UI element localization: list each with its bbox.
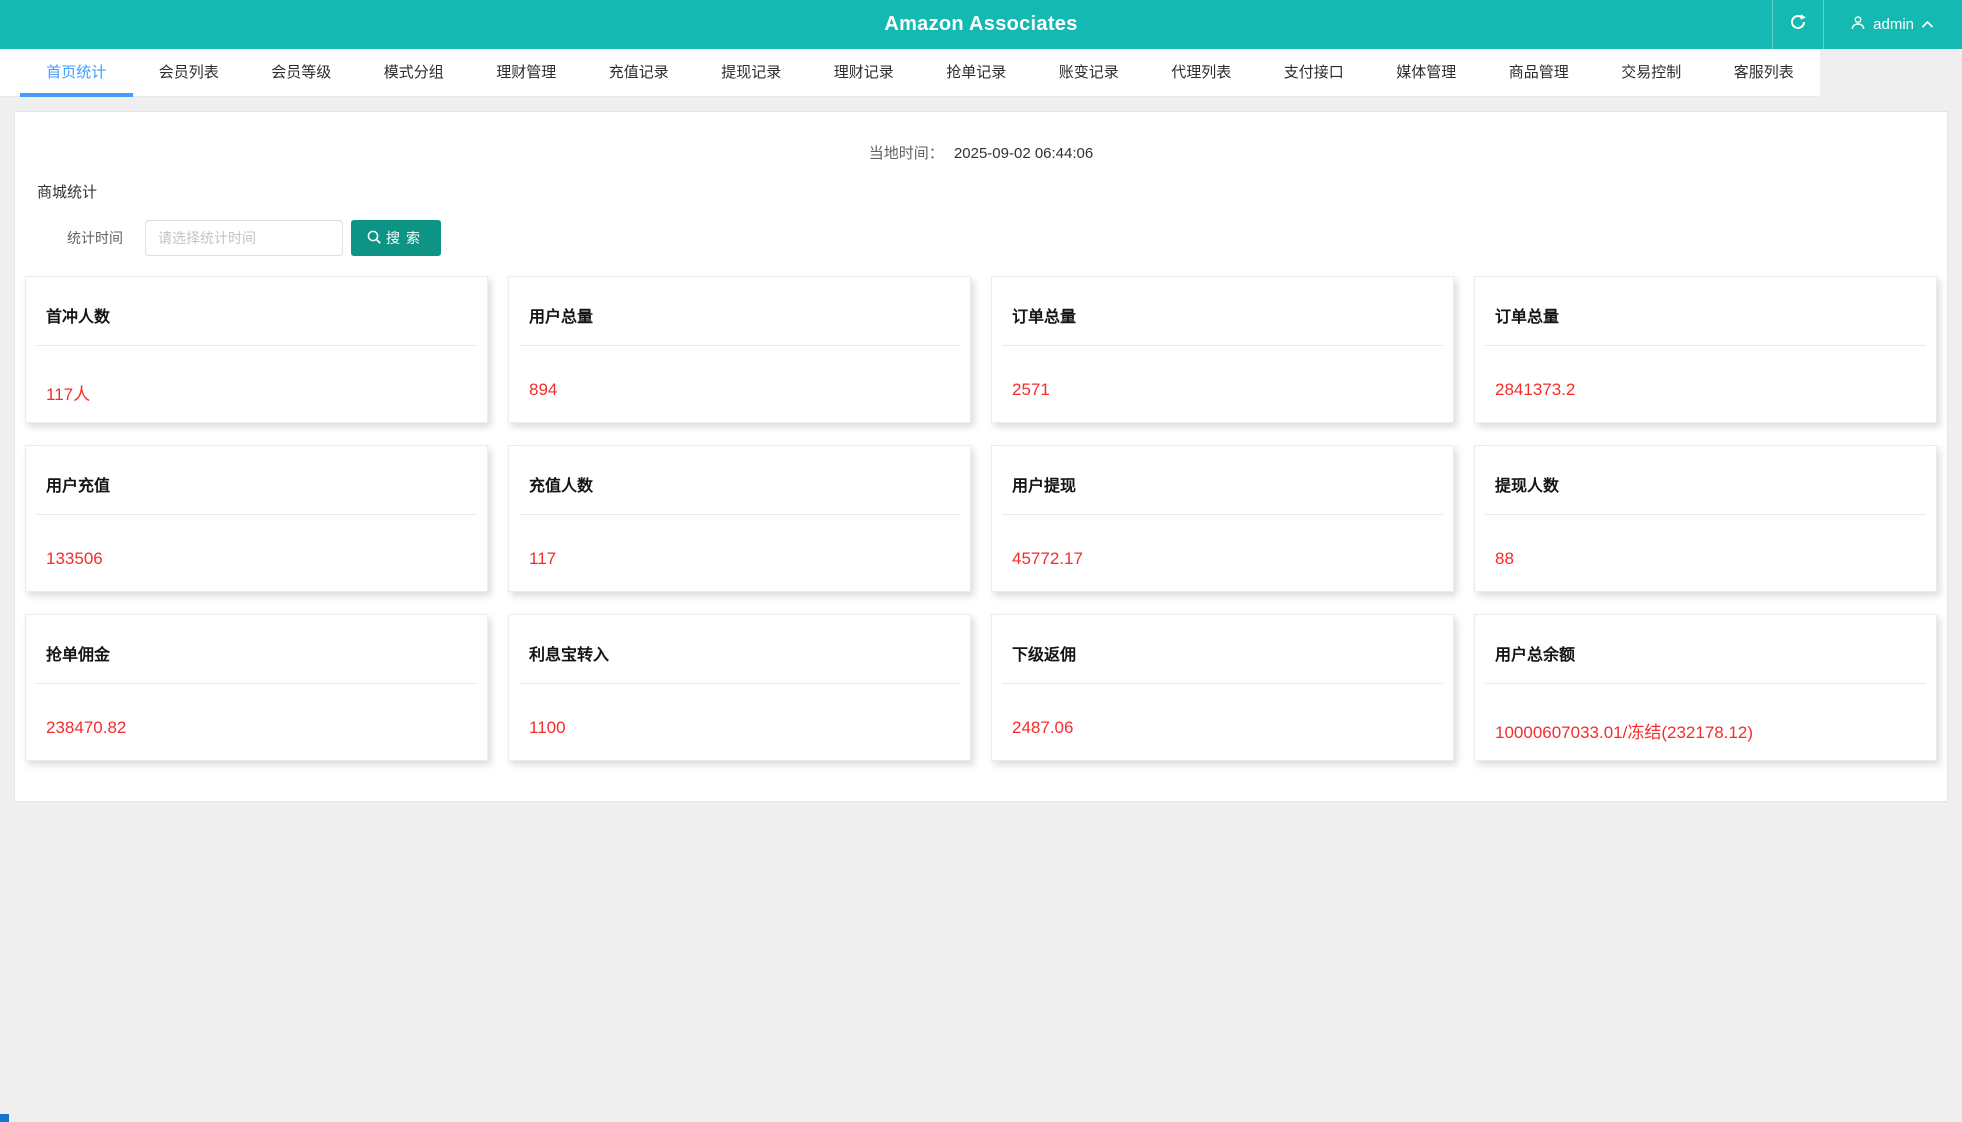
stat-card-total-balance: 用户总余额 10000607033.01/冻结(232178.12) — [1474, 614, 1937, 761]
stat-card-interest-transfer-in: 利息宝转入 1100 — [508, 614, 971, 761]
stat-card-value: 2841373.2 — [1495, 380, 1576, 399]
stat-card-value: 2571 — [1012, 380, 1050, 399]
local-time-value: 2025-09-02 06:44:06 — [953, 145, 1094, 162]
stat-card-value: 2487.06 — [1012, 718, 1074, 737]
tab-service-list[interactable]: 客服列表 — [1708, 49, 1821, 96]
stat-card-value: 894 — [529, 380, 558, 399]
tab-finance-records[interactable]: 理财记录 — [808, 49, 921, 96]
tab-payment-interface[interactable]: 支付接口 — [1258, 49, 1371, 96]
stat-card-total-orders: 订单总量 2571 — [991, 276, 1454, 423]
tab-media-manage[interactable]: 媒体管理 — [1370, 49, 1483, 96]
stat-card-title: 首冲人数 — [46, 309, 111, 326]
tab-order-grab-records[interactable]: 抢单记录 — [920, 49, 1033, 96]
stat-card-title: 订单总量 — [1495, 309, 1560, 326]
section-title: 商城统计 — [37, 184, 98, 201]
stat-card-value: 10000607033.01/冻结(232178.12) — [1495, 723, 1754, 742]
stat-card-title: 利息宝转入 — [529, 647, 610, 664]
tab-withdraw-records[interactable]: 提现记录 — [695, 49, 808, 96]
local-time: 当地时间： 2025-09-02 06:44:06 — [25, 142, 1937, 163]
tab-member-list[interactable]: 会员列表 — [133, 49, 246, 96]
chevron-up-icon — [1921, 16, 1934, 33]
refresh-icon — [1789, 13, 1807, 36]
local-time-label: 当地时间： — [868, 145, 944, 162]
person-icon — [1850, 15, 1866, 35]
stat-card-value: 45772.17 — [1012, 549, 1083, 568]
stat-card-title: 提现人数 — [1495, 478, 1560, 495]
stats-panel: 当地时间： 2025-09-02 06:44:06 商城统计 统计时间 搜索 首… — [14, 111, 1948, 802]
user-name: admin — [1873, 16, 1914, 33]
app-title: Amazon Associates — [884, 13, 1078, 35]
user-menu[interactable]: admin — [1824, 0, 1962, 49]
tab-recharge-records[interactable]: 充值记录 — [583, 49, 696, 96]
tab-trade-control[interactable]: 交易控制 — [1595, 49, 1708, 96]
stat-card-title: 用户总量 — [529, 309, 594, 326]
app-header: Amazon Associates admin — [0, 0, 1962, 49]
stat-card-recharge-users: 充值人数 117 — [508, 445, 971, 592]
stats-grid: 首冲人数 117人 用户总量 894 订单总量 2571 订单总量 284137… — [25, 276, 1937, 761]
stat-card-title: 充值人数 — [529, 478, 594, 495]
filter-row: 统计时间 搜索 — [37, 220, 1937, 256]
stat-card-value: 133506 — [46, 549, 103, 568]
tab-mode-group[interactable]: 模式分组 — [358, 49, 471, 96]
stat-card-title: 用户总余额 — [1495, 647, 1576, 664]
stat-card-title: 用户提现 — [1012, 478, 1077, 495]
header-controls: admin — [1772, 0, 1962, 49]
tab-product-manage[interactable]: 商品管理 — [1483, 49, 1596, 96]
tab-home-stats[interactable]: 首页统计 — [20, 49, 133, 97]
stat-card-grab-commission: 抢单佣金 238470.82 — [25, 614, 488, 761]
search-button[interactable]: 搜索 — [351, 220, 441, 256]
refresh-button[interactable] — [1773, 0, 1823, 49]
stat-card-value: 1100 — [529, 718, 566, 737]
tab-agent-list[interactable]: 代理列表 — [1145, 49, 1258, 96]
search-button-label: 搜索 — [386, 230, 426, 246]
main-nav: 首页统计 会员列表 会员等级 模式分组 理财管理 充值记录 提现记录 理财记录 … — [0, 49, 1820, 97]
stat-card-value: 117人 — [46, 385, 91, 404]
stat-card-title: 订单总量 — [1012, 309, 1077, 326]
corner-artifact — [0, 1114, 9, 1122]
tab-finance-manage[interactable]: 理财管理 — [470, 49, 583, 96]
stat-card-title: 用户充值 — [46, 478, 111, 495]
stat-card-withdraw-users: 提现人数 88 — [1474, 445, 1937, 592]
stat-card-value: 238470.82 — [46, 718, 127, 737]
stat-card-user-recharge: 用户充值 133506 — [25, 445, 488, 592]
tab-member-level[interactable]: 会员等级 — [245, 49, 358, 96]
stat-time-label: 统计时间 — [67, 230, 123, 246]
stat-card-total-users: 用户总量 894 — [508, 276, 971, 423]
stat-card-value: 88 — [1495, 549, 1514, 568]
stat-card-title: 下级返佣 — [1012, 647, 1077, 664]
stat-time-input[interactable] — [145, 220, 343, 256]
stat-card-subordinate-rebate: 下级返佣 2487.06 — [991, 614, 1454, 761]
tab-balance-change-records[interactable]: 账变记录 — [1033, 49, 1146, 96]
stat-card-value: 117 — [529, 549, 557, 568]
stat-card-first-recharge-users: 首冲人数 117人 — [25, 276, 488, 423]
stat-card-title: 抢单佣金 — [46, 647, 111, 664]
stat-card-total-order-amount: 订单总量 2841373.2 — [1474, 276, 1937, 423]
stat-card-user-withdraw: 用户提现 45772.17 — [991, 445, 1454, 592]
search-icon — [366, 229, 382, 248]
